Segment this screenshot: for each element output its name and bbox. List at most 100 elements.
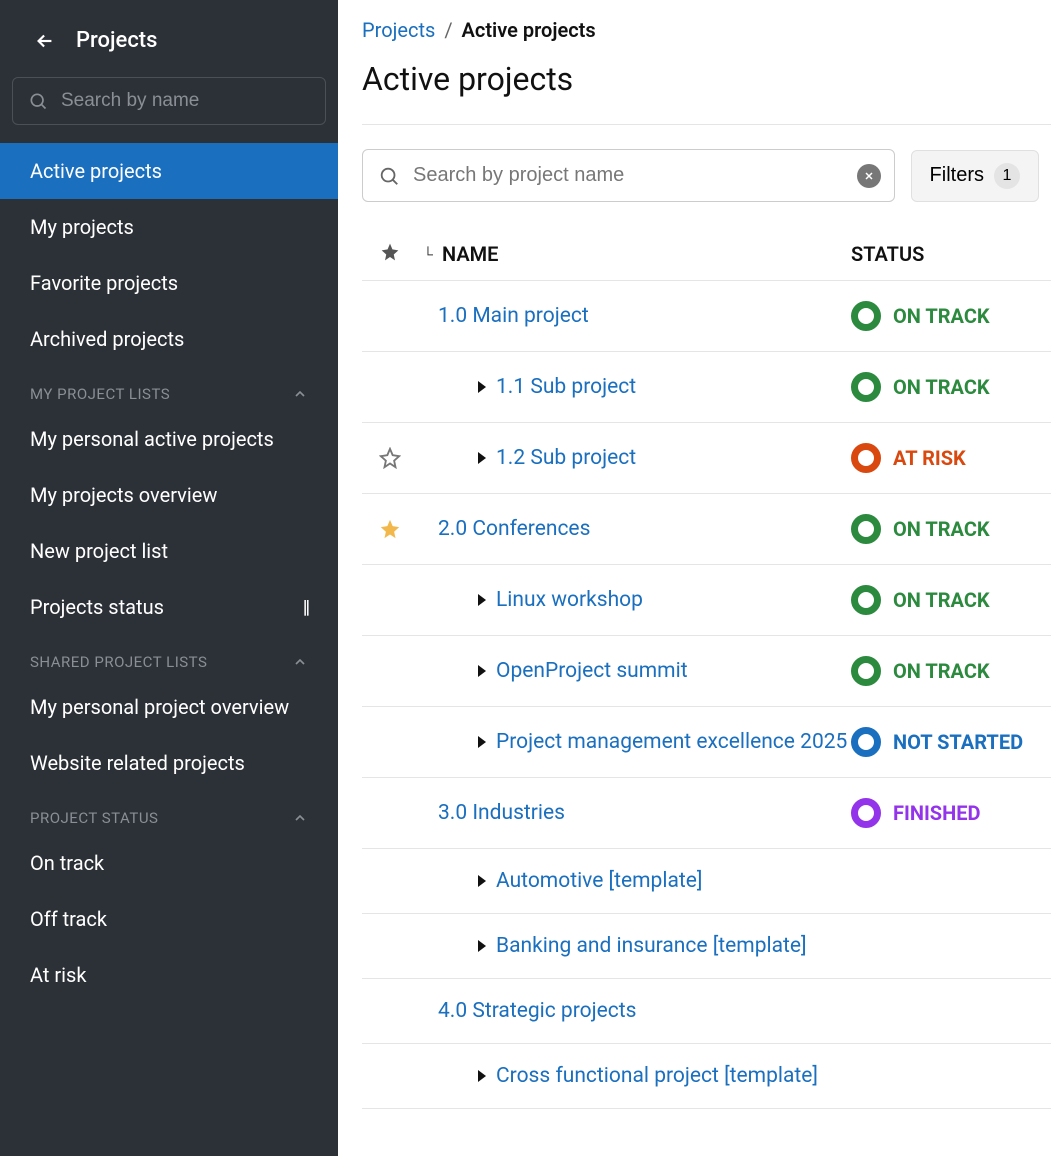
name-cell: 3.0 Industries — [438, 801, 851, 825]
status-dot-icon — [851, 727, 881, 757]
status-text: ON TRACK — [893, 517, 990, 541]
sidebar-item-website-projects[interactable]: Website related projects — [0, 735, 338, 791]
sidebar-item-label: Projects status — [30, 595, 164, 619]
sidebar-item-projects-overview[interactable]: My projects overview — [0, 467, 338, 523]
sidebar-item-favorite-projects[interactable]: Favorite projects — [0, 255, 338, 311]
project-search-input[interactable] — [362, 149, 895, 202]
sidebar-item-active-projects[interactable]: Active projects — [0, 143, 338, 199]
project-link[interactable]: Automotive [template] — [496, 869, 702, 893]
status-dot-icon — [851, 585, 881, 615]
table-row: Linux workshop ON TRACK — [362, 565, 1051, 636]
sidebar-item-label: Favorite projects — [30, 271, 178, 295]
section-my-project-lists[interactable]: MY PROJECT LISTS — [0, 367, 338, 411]
sidebar-item-projects-status[interactable]: Projects status || — [0, 579, 338, 635]
table-header: └ NAME STATUS — [362, 226, 1051, 281]
status-cell: ON TRACK — [851, 301, 1051, 331]
clear-search-icon[interactable] — [857, 164, 881, 188]
name-cell: Banking and insurance [template] — [438, 934, 851, 958]
column-status[interactable]: STATUS — [851, 242, 1051, 266]
sidebar-item-on-track[interactable]: On track — [0, 835, 338, 891]
project-link[interactable]: 4.0 Strategic projects — [438, 999, 636, 1023]
project-link[interactable]: 1.2 Sub project — [496, 446, 636, 470]
status-text: ON TRACK — [893, 588, 990, 612]
sidebar-item-new-project-list[interactable]: New project list — [0, 523, 338, 579]
filters-label: Filters — [930, 164, 984, 187]
name-cell: 1.1 Sub project — [438, 375, 851, 399]
sidebar-search-input[interactable] — [12, 77, 326, 125]
status-text: ON TRACK — [893, 659, 990, 683]
column-sort[interactable]: └ — [418, 242, 438, 266]
expand-caret-icon[interactable] — [478, 452, 486, 464]
table-row: 4.0 Strategic projects — [362, 979, 1051, 1044]
favorite-cell[interactable] — [362, 447, 418, 469]
projects-table: └ NAME STATUS 1.0 Main projectON TRACK1.… — [362, 226, 1051, 1109]
name-cell: Linux workshop — [438, 588, 851, 612]
status-dot-icon — [851, 514, 881, 544]
sidebar-item-label: Off track — [30, 907, 107, 931]
status-cell: ON TRACK — [851, 656, 1051, 686]
filters-button[interactable]: Filters 1 — [911, 150, 1039, 202]
project-link[interactable]: 2.0 Conferences — [438, 517, 590, 541]
status-badge: ON TRACK — [851, 372, 1051, 402]
back-arrow-icon[interactable] — [34, 30, 56, 52]
expand-caret-icon[interactable] — [478, 940, 486, 952]
status-badge: ON TRACK — [851, 514, 1051, 544]
project-link[interactable]: Linux workshop — [496, 588, 643, 612]
expand-caret-icon[interactable] — [478, 665, 486, 677]
status-cell: AT RISK — [851, 443, 1051, 473]
status-text: AT RISK — [893, 446, 966, 470]
sidebar-item-at-risk[interactable]: At risk — [0, 947, 338, 1003]
status-text: NOT STARTED — [893, 730, 1023, 754]
expand-caret-icon[interactable] — [478, 736, 486, 748]
status-dot-icon — [851, 301, 881, 331]
section-shared-project-lists[interactable]: SHARED PROJECT LISTS — [0, 635, 338, 679]
sidebar-search — [12, 77, 326, 125]
project-link[interactable]: OpenProject summit — [496, 659, 688, 683]
status-cell: FINISHED — [851, 798, 1051, 828]
filters-count-badge: 1 — [994, 163, 1020, 189]
column-favorite[interactable] — [362, 242, 418, 266]
favorite-cell[interactable] — [362, 518, 418, 540]
table-row: Project management excellence 2025 NOT ST… — [362, 707, 1051, 778]
name-cell: 2.0 Conferences — [438, 517, 851, 541]
expand-caret-icon[interactable] — [478, 875, 486, 887]
name-cell: OpenProject summit — [438, 659, 851, 683]
sidebar-item-my-projects[interactable]: My projects — [0, 199, 338, 255]
sidebar-item-personal-overview[interactable]: My personal project overview — [0, 679, 338, 735]
expand-caret-icon[interactable] — [478, 381, 486, 393]
name-cell: 1.0 Main project — [438, 304, 851, 328]
project-link[interactable]: Cross functional project [template] — [496, 1064, 818, 1088]
status-cell: NOT STARTED — [851, 727, 1051, 757]
sidebar-item-label: Archived projects — [30, 327, 184, 351]
name-cell: 4.0 Strategic projects — [438, 999, 851, 1023]
drag-handle-icon[interactable]: || — [303, 597, 308, 618]
table-row: 1.1 Sub project ON TRACK — [362, 352, 1051, 423]
status-cell: ON TRACK — [851, 514, 1051, 544]
sidebar-item-label: My personal active projects — [30, 427, 274, 451]
column-name[interactable]: NAME — [438, 242, 851, 266]
table-body: 1.0 Main project ON TRACK 1.1 Sub project O… — [362, 281, 1051, 1109]
status-badge: ON TRACK — [851, 656, 1051, 686]
project-link[interactable]: 3.0 Industries — [438, 801, 565, 825]
project-link[interactable]: Banking and insurance [template] — [496, 934, 807, 958]
star-icon — [380, 242, 400, 266]
project-link[interactable]: 1.1 Sub project — [496, 375, 636, 399]
project-link[interactable]: Project management excellence 2025 — [496, 730, 847, 754]
sidebar-item-label: New project list — [30, 539, 168, 563]
section-project-status[interactable]: PROJECT STATUS — [0, 791, 338, 835]
breadcrumb-separator: / — [444, 18, 452, 42]
expand-caret-icon[interactable] — [478, 594, 486, 606]
sidebar-item-label: Website related projects — [30, 751, 245, 775]
project-link[interactable]: 1.0 Main project — [438, 304, 589, 328]
name-cell: 1.2 Sub project — [438, 446, 851, 470]
sidebar-item-personal-active[interactable]: My personal active projects — [0, 411, 338, 467]
breadcrumb-root[interactable]: Projects — [362, 18, 435, 42]
sidebar-item-archived-projects[interactable]: Archived projects — [0, 311, 338, 367]
status-badge: FINISHED — [851, 798, 1051, 828]
status-cell: ON TRACK — [851, 585, 1051, 615]
sidebar-item-off-track[interactable]: Off track — [0, 891, 338, 947]
hierarchy-sort-icon: └ — [423, 246, 433, 263]
expand-caret-icon[interactable] — [478, 1070, 486, 1082]
name-cell: Project management excellence 2025 — [438, 730, 851, 754]
status-text: ON TRACK — [893, 304, 990, 328]
